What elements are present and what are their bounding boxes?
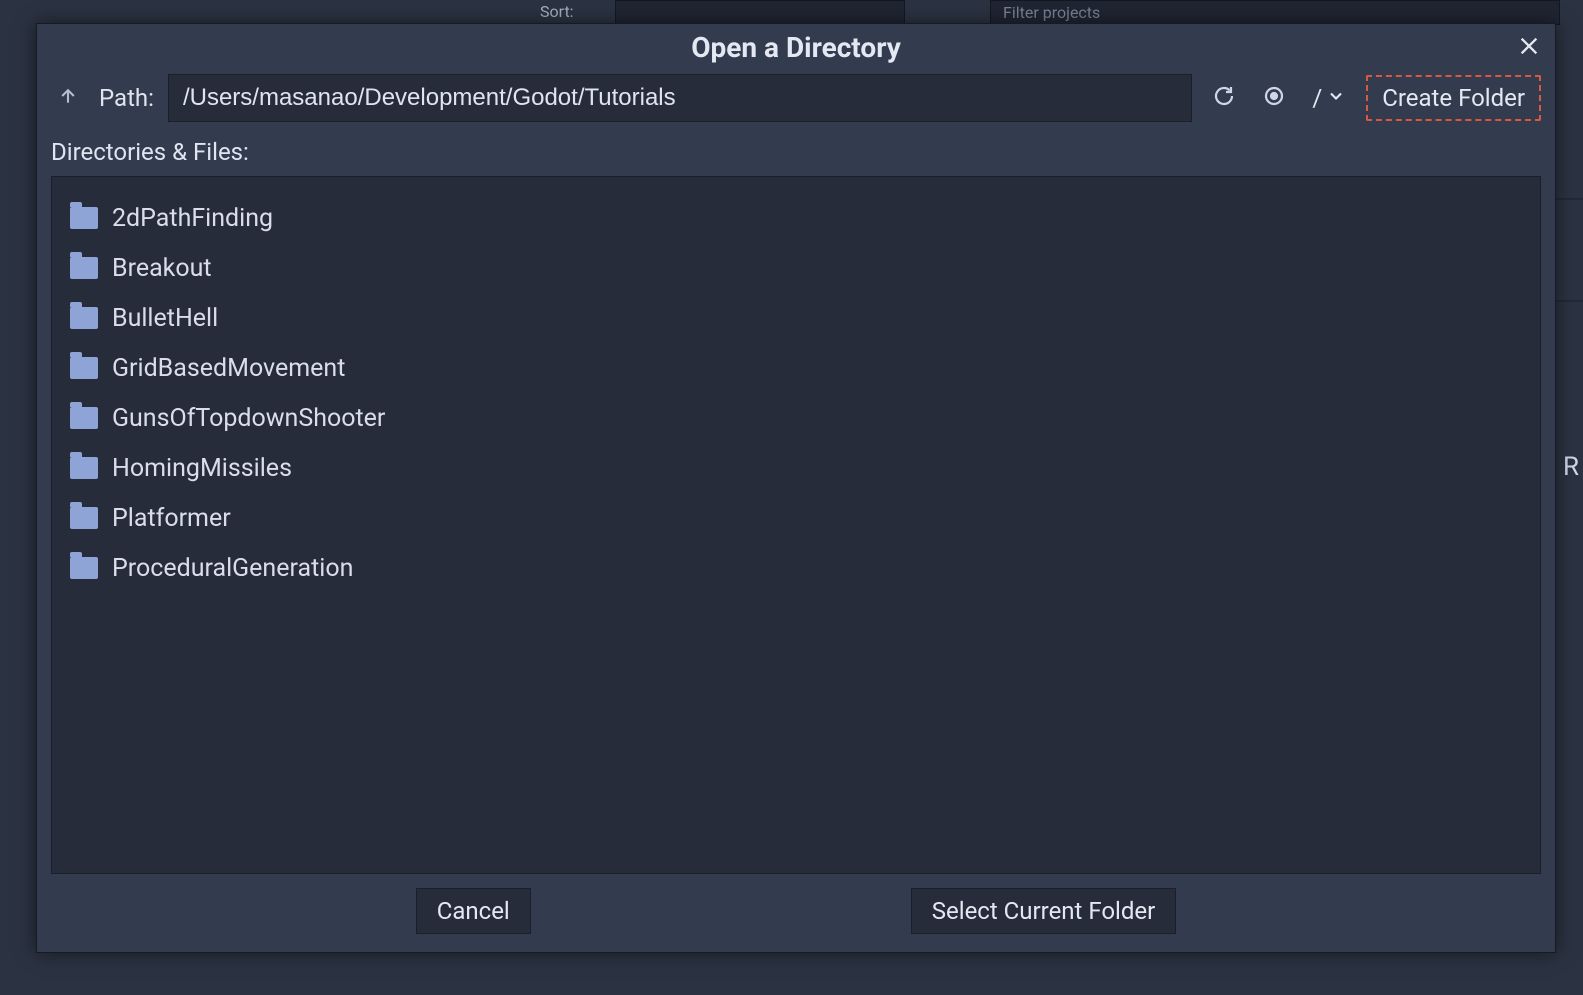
- folder-icon: [70, 207, 98, 229]
- folder-icon: [70, 407, 98, 429]
- refresh-button[interactable]: [1206, 80, 1242, 116]
- list-item-label: HomingMissiles: [112, 454, 292, 483]
- folder-icon: [70, 307, 98, 329]
- folder-icon: [70, 557, 98, 579]
- close-button[interactable]: [1511, 30, 1547, 66]
- folder-icon: [70, 457, 98, 479]
- path-row: Path: / Create Folder: [37, 70, 1555, 132]
- drive-label: /: [1312, 84, 1322, 112]
- list-item[interactable]: Platformer: [70, 493, 1522, 543]
- create-folder-button[interactable]: Create Folder: [1366, 75, 1541, 121]
- drive-select[interactable]: /: [1306, 84, 1352, 112]
- list-item-label: Breakout: [112, 254, 212, 283]
- folder-icon: [70, 507, 98, 529]
- eye-icon: [1262, 84, 1286, 112]
- bg-right-char: R: [1563, 452, 1579, 482]
- go-up-button[interactable]: [51, 81, 85, 115]
- list-item-label: 2dPathFinding: [112, 204, 273, 233]
- folder-icon: [70, 357, 98, 379]
- select-label: Select Current Folder: [932, 897, 1156, 925]
- select-current-folder-button[interactable]: Select Current Folder: [911, 888, 1177, 934]
- filter-placeholder: Filter projects: [1003, 3, 1100, 22]
- path-label: Path:: [99, 84, 154, 112]
- bg-separator-2: [1555, 300, 1583, 302]
- open-directory-dialog: Open a Directory Path: /: [36, 23, 1556, 953]
- arrow-up-icon: [58, 86, 78, 110]
- list-item[interactable]: Breakout: [70, 243, 1522, 293]
- create-folder-label: Create Folder: [1382, 84, 1525, 112]
- cancel-button[interactable]: Cancel: [416, 888, 531, 934]
- list-item-label: Platformer: [112, 504, 231, 533]
- directories-files-label: Directories & Files:: [37, 132, 1555, 176]
- sort-label: Sort:: [540, 2, 574, 21]
- list-item-label: GridBasedMovement: [112, 354, 345, 383]
- list-item-label: GunsOfTopdownShooter: [112, 404, 385, 433]
- dialog-button-row: Cancel Select Current Folder: [37, 874, 1555, 952]
- list-item[interactable]: GridBasedMovement: [70, 343, 1522, 393]
- refresh-icon: [1212, 84, 1236, 112]
- cancel-label: Cancel: [437, 897, 510, 925]
- dialog-titlebar: Open a Directory: [37, 24, 1555, 70]
- path-input[interactable]: [168, 74, 1192, 122]
- file-list[interactable]: 2dPathFinding Breakout BulletHell GridBa…: [51, 176, 1541, 874]
- bg-separator: [1555, 198, 1583, 200]
- close-icon: [1518, 35, 1540, 61]
- dialog-title: Open a Directory: [691, 31, 901, 64]
- chevron-down-icon: [1326, 84, 1346, 112]
- list-item[interactable]: HomingMissiles: [70, 443, 1522, 493]
- list-item[interactable]: ProceduralGeneration: [70, 543, 1522, 593]
- list-item-label: BulletHell: [112, 304, 218, 333]
- list-item[interactable]: 2dPathFinding: [70, 193, 1522, 243]
- list-item-label: ProceduralGeneration: [112, 554, 353, 583]
- list-item[interactable]: GunsOfTopdownShooter: [70, 393, 1522, 443]
- folder-icon: [70, 257, 98, 279]
- sort-dropdown[interactable]: [615, 0, 905, 25]
- toggle-hidden-button[interactable]: [1256, 80, 1292, 116]
- list-item[interactable]: BulletHell: [70, 293, 1522, 343]
- filter-projects-input[interactable]: Filter projects: [990, 0, 1560, 25]
